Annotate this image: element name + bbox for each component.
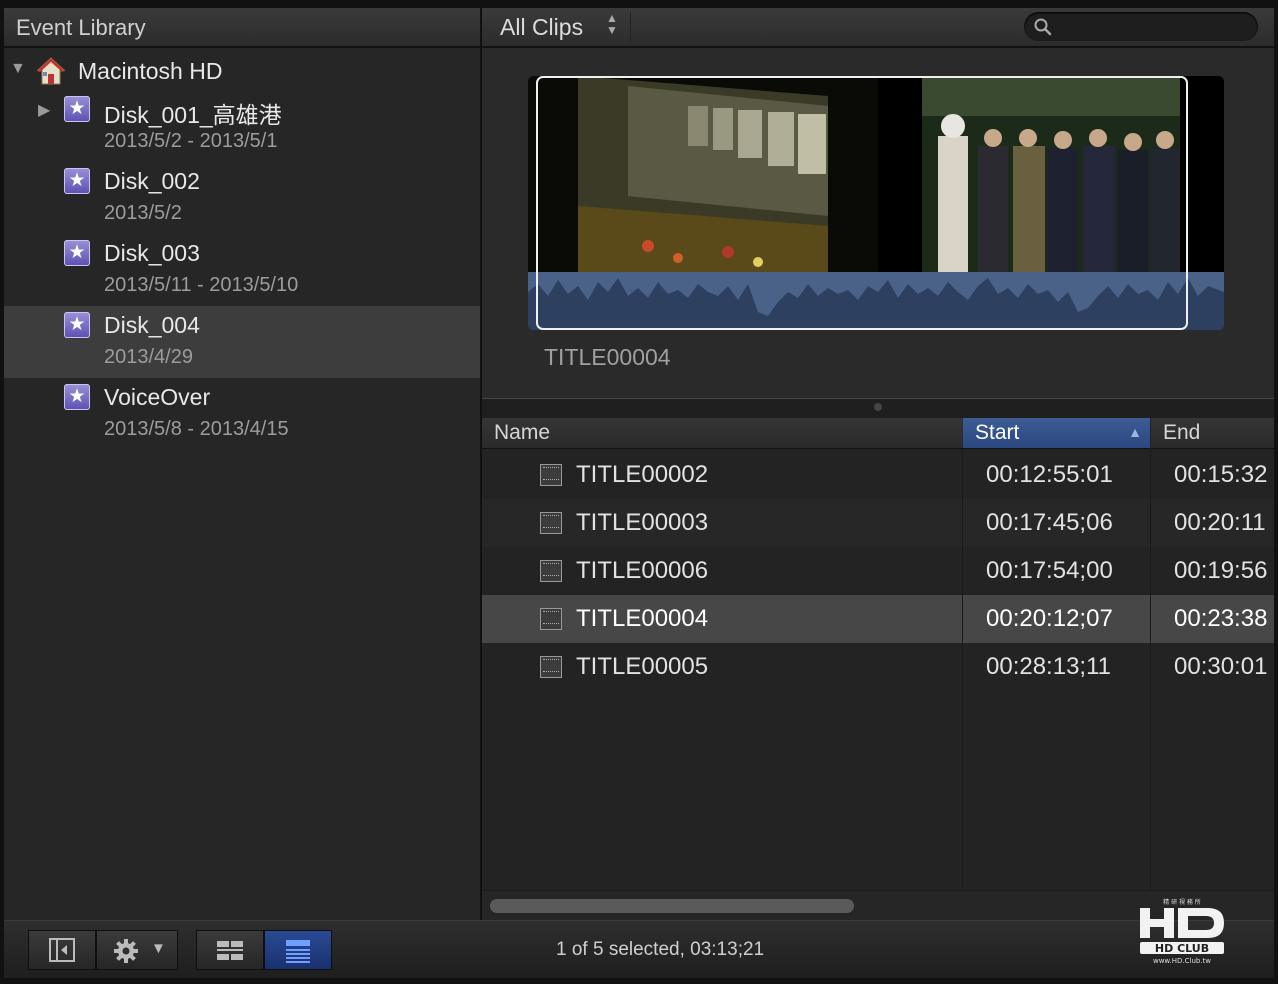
table-row[interactable]: TITLE00005 00:28:13;11 00:30:01 xyxy=(482,643,1274,691)
clip-start: 00:20:12;07 xyxy=(986,605,1113,632)
tree-item-event-1[interactable]: ▶ ★ Disk_001_高雄港 2013/5/2 - 2013/5/1 xyxy=(4,90,480,162)
logo-url: www.HD.Club.tw xyxy=(1153,957,1211,965)
home-icon xyxy=(36,57,66,85)
search-input[interactable] xyxy=(1058,15,1252,39)
toggle-library-button[interactable] xyxy=(28,930,96,970)
audio-waveform xyxy=(528,272,1224,330)
column-header-name[interactable]: Name xyxy=(482,418,963,449)
event-library-title: Event Library xyxy=(16,15,146,40)
hdclub-logo: 精 研 視 務 所 HD CLUB www.HD.Club.tw xyxy=(1140,898,1224,965)
updown-arrows-icon[interactable]: ▲ ▼ xyxy=(606,12,618,36)
list-view-icon xyxy=(286,940,310,963)
column-header-start[interactable]: Start ▲ xyxy=(963,418,1150,449)
clip-name: TITLE00006 xyxy=(576,557,709,584)
disclosure-closed-icon[interactable]: ▶ xyxy=(38,100,50,120)
header-divider xyxy=(630,12,631,42)
pane-splitter[interactable] xyxy=(482,398,1274,418)
event-library-tree: ▼ Macintosh HD ▶ ★ Disk_001_高雄港 2013/5/2… xyxy=(4,48,480,920)
window: Event Library ▼ Macintosh HD ▶ ★ Disk_00… xyxy=(0,0,1278,984)
column-divider xyxy=(962,449,963,890)
disclosure-open-icon[interactable]: ▼ xyxy=(10,60,26,78)
table-row[interactable]: TITLE00003 00:17:45;06 00:20:11 xyxy=(482,499,1274,547)
tree-item-event-3[interactable]: ★ Disk_003 2013/5/11 - 2013/5/10 xyxy=(4,234,480,306)
clip-preview-area: TITLE00004 xyxy=(482,48,1274,398)
event-dates: 2013/5/11 - 2013/5/10 xyxy=(104,274,299,296)
volume-name: Macintosh HD xyxy=(78,58,223,84)
search-icon xyxy=(1034,18,1052,36)
clip-end: 00:30:01 xyxy=(1174,653,1268,680)
gear-icon xyxy=(114,939,138,963)
event-name: Disk_002 xyxy=(104,168,200,194)
filmstrip-clip-icon xyxy=(540,512,562,534)
clip-end: 00:23:38 xyxy=(1174,605,1268,632)
column-label: Start xyxy=(975,421,1020,444)
event-dates: 2013/5/2 xyxy=(104,202,182,224)
event-name: Disk_003 xyxy=(104,240,200,266)
clip-start: 00:28:13;11 xyxy=(986,653,1112,680)
logo-text: HD CLUB xyxy=(1155,942,1209,955)
event-name: Disk_001_高雄港 xyxy=(104,102,282,128)
sort-ascending-icon: ▲ xyxy=(1128,424,1142,440)
event-dates: 2013/5/8 - 2013/4/15 xyxy=(104,418,289,440)
event-star-icon: ★ xyxy=(64,312,90,338)
video-thumbnail-crowd xyxy=(878,76,1224,272)
event-star-icon: ★ xyxy=(64,240,90,266)
clip-name: TITLE00002 xyxy=(576,461,709,488)
table-row[interactable]: TITLE00006 00:17:54;00 00:19:56 xyxy=(482,547,1274,595)
filmstrip-clip-icon xyxy=(540,656,562,678)
tree-item-event-2[interactable]: ★ Disk_002 2013/5/2 xyxy=(4,162,480,234)
tree-item-event-5[interactable]: ★ VoiceOver 2013/5/8 - 2013/4/15 xyxy=(4,378,480,450)
clip-end: 00:15:32 xyxy=(1174,461,1268,488)
action-menu-button[interactable]: ▼ xyxy=(96,930,178,970)
event-name: Disk_004 xyxy=(104,312,200,338)
sidebar-toggle-icon xyxy=(49,938,75,962)
selection-status: 1 of 5 selected, 03:13;21 xyxy=(556,939,765,960)
column-header-end[interactable]: End xyxy=(1151,418,1274,449)
svg-text:精 研 視 務 所: 精 研 視 務 所 xyxy=(1163,898,1201,906)
clip-start: 00:17:45;06 xyxy=(986,509,1113,536)
tree-item-volume[interactable]: ▼ Macintosh HD xyxy=(4,52,480,90)
browser-header: All Clips ▲ ▼ xyxy=(482,8,1274,47)
table-row-selected[interactable]: TITLE00004 00:20:12;07 00:23:38 xyxy=(482,595,1274,643)
column-label: Name xyxy=(494,421,551,444)
clip-start: 00:17:54;00 xyxy=(986,557,1113,584)
list-view-button[interactable] xyxy=(264,930,332,970)
chevron-down-icon: ▼ xyxy=(151,940,166,957)
bottom-toolbar: ▼ 1 of 5 selected, 03:13;21 xyxy=(4,920,1274,978)
event-dates: 2013/5/2 - 2013/5/1 xyxy=(104,130,278,152)
clip-name: TITLE00003 xyxy=(576,509,709,536)
event-name: VoiceOver xyxy=(104,384,211,410)
event-star-icon: ★ xyxy=(64,168,90,194)
clip-name: TITLE00004 xyxy=(576,605,709,632)
clip-filter-menu[interactable]: All Clips xyxy=(500,14,583,41)
preview-clip-title: TITLE00004 xyxy=(544,344,671,370)
filmstrip-view-icon xyxy=(217,941,243,960)
event-star-icon: ★ xyxy=(64,384,90,410)
clip-list: Name Start ▲ End TITLE00002 00:12:55:01 … xyxy=(482,418,1274,890)
table-row[interactable]: TITLE00002 00:12:55:01 00:15:32 xyxy=(482,451,1274,499)
filmstrip-clip-icon xyxy=(540,560,562,582)
clip-start: 00:12:55:01 xyxy=(986,461,1113,488)
splitter-grip-icon[interactable] xyxy=(874,403,882,411)
clip-name: TITLE00005 xyxy=(576,653,709,680)
clip-filmstrip[interactable] xyxy=(528,76,1224,330)
event-dates: 2013/4/29 xyxy=(104,346,193,368)
video-thumbnail-memorial-wall xyxy=(528,76,878,272)
filmstrip-clip-icon xyxy=(540,464,562,486)
event-library-header: Event Library xyxy=(4,8,480,47)
clip-end: 00:19:56 xyxy=(1174,557,1268,584)
filmstrip-view-button[interactable] xyxy=(196,930,264,970)
search-field[interactable] xyxy=(1024,12,1258,41)
scrollbar-thumb[interactable] xyxy=(490,899,854,913)
column-label: End xyxy=(1163,421,1201,444)
clip-end: 00:20:11 xyxy=(1174,509,1266,536)
column-divider xyxy=(1150,449,1151,890)
event-star-icon: ★ xyxy=(64,96,90,122)
filmstrip-clip-icon xyxy=(540,608,562,630)
tree-item-event-4[interactable]: ★ Disk_004 2013/4/29 xyxy=(4,306,480,378)
